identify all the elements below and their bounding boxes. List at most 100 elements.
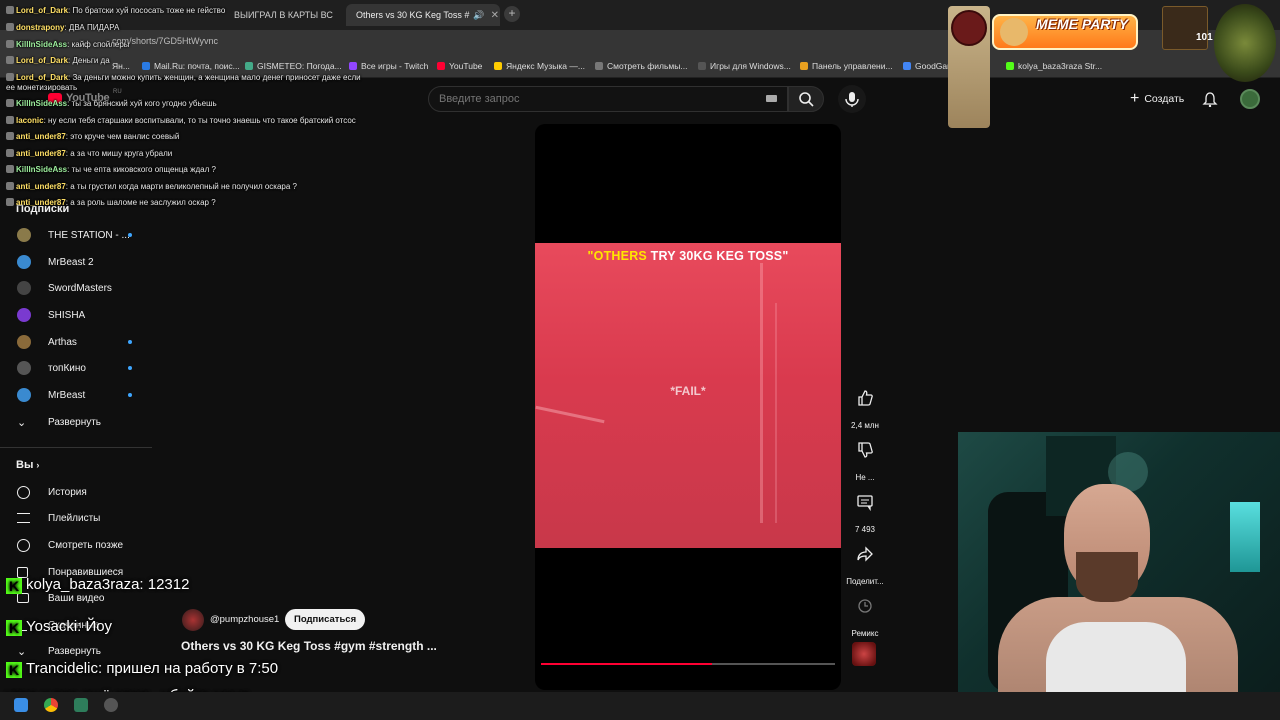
chat-nick: donstrapony	[16, 23, 65, 32]
chevron-down-icon: ⌄	[17, 416, 27, 429]
sidebar-item-label: THE STATION - ...	[48, 229, 130, 241]
kick-icon: K	[6, 662, 22, 678]
chrome-icon[interactable]	[44, 698, 58, 712]
create-label: Создать	[1144, 93, 1185, 105]
sidebar-item-subscription[interactable]: Arthas	[0, 329, 150, 355]
share-circle	[847, 536, 883, 572]
close-icon[interactable]: ✕	[343, 10, 344, 21]
youtube-icon	[437, 62, 445, 70]
notifications-bell-icon[interactable]	[1202, 91, 1218, 107]
counter-badge	[1162, 6, 1208, 50]
speaker-icon[interactable]: 🔊	[473, 10, 484, 21]
like-button[interactable]: 2,4 млн	[844, 380, 886, 430]
search-box[interactable]	[428, 86, 788, 112]
chat-nick: KillInSideAss	[16, 40, 68, 49]
youtube-logo-region: RU	[113, 89, 122, 95]
chat-message: anti_under87: а за роль шаломе не заслуж…	[6, 198, 216, 207]
bookmark-item[interactable]: Панель управлени...	[800, 61, 893, 71]
bookmark-item[interactable]: kolya_baza3raza Str...	[1006, 61, 1102, 71]
bookmark-label: YouTube	[449, 61, 483, 71]
badge-icon	[6, 165, 14, 173]
comments-button[interactable]: 7 493	[844, 484, 886, 534]
sidebar-item-subscription[interactable]: SHISHA	[0, 302, 150, 328]
dislike-button[interactable]: Не ...	[844, 432, 886, 482]
sidebar-item-subscription[interactable]: MrBeast	[0, 382, 150, 408]
sidebar-item-subscription[interactable]: SwordMasters	[0, 275, 150, 301]
chat-nick: laconic	[16, 116, 44, 125]
yandex-music-icon	[494, 62, 502, 70]
share-button[interactable]: Поделит...	[844, 536, 886, 586]
browser-tab-active[interactable]: Others vs 30 KG Keg Toss # 🔊 ✕	[346, 4, 500, 26]
audio-source-thumbnail[interactable]	[852, 642, 876, 666]
chat-text: ты за брянский хуй кого угодно убьешь	[71, 99, 217, 108]
chat-nick: KillInSideAss	[16, 99, 68, 108]
remix-button[interactable]: Ремикс	[844, 588, 886, 638]
chevron-down-icon: ⌄	[17, 645, 27, 658]
remix-circle	[847, 588, 883, 624]
new-content-dot	[128, 340, 132, 344]
new-content-dot	[128, 393, 132, 397]
kick-nick: Yosacki:	[26, 618, 82, 635]
app-icon[interactable]	[74, 698, 88, 712]
new-tab-button[interactable]: +	[504, 6, 520, 22]
badge-icon	[6, 40, 14, 48]
bookmark-item[interactable]: GISMETEO: Погода...	[245, 61, 342, 71]
search-input[interactable]	[439, 93, 739, 105]
sidebar-divider	[0, 447, 152, 448]
account-avatar[interactable]	[1240, 89, 1260, 109]
bookmark-item[interactable]: YouTube	[437, 61, 482, 71]
microphone-icon	[845, 92, 859, 107]
short-title[interactable]: Others vs 30 KG Keg Toss #gym #strength …	[181, 639, 437, 653]
keyboard-icon[interactable]	[766, 95, 777, 102]
browser-tab-1[interactable]: ВЫИГРАЛ В КАРТЫ ВС ✕	[228, 4, 344, 26]
bookmark-item[interactable]: Смотреть фильмы...	[595, 61, 687, 71]
bookmark-item[interactable]: GoodGam	[903, 61, 954, 71]
you-heading[interactable]: Вы ›	[16, 459, 39, 471]
sidebar-item-label: SHISHA	[48, 309, 86, 321]
chat-text: ты че епта киковского опщенца ждал ?	[71, 165, 216, 174]
voice-search-button[interactable]	[838, 85, 866, 113]
chat-nick: anti_under87	[16, 149, 66, 158]
bookmark-label: Панель управлени...	[812, 61, 893, 71]
bookmark-item[interactable]: Яндекс Музыка —...	[494, 61, 585, 71]
chat-message: anti_under87: это круче чем ванлис соевы…	[6, 132, 179, 141]
sidebar-item-subscription[interactable]: MrBeast 2	[0, 249, 150, 275]
video-progress-fill	[541, 663, 712, 665]
bookmark-item[interactable]: Mail.Ru: почта, поис...	[142, 61, 240, 71]
search-button[interactable]	[788, 86, 824, 112]
badge-icon	[6, 116, 14, 124]
comments-count: 7 493	[854, 525, 876, 534]
you-heading-label: Вы	[16, 459, 34, 471]
chat-message: anti_under87: а за что мишу круга убрали	[6, 149, 172, 158]
channel-avatar[interactable]	[182, 609, 204, 631]
sidebar-item-subscription[interactable]: топКино	[0, 355, 150, 381]
video-caption: "OTHERS TRY 30KG KEG TOSS"	[535, 249, 841, 263]
close-icon[interactable]: ✕	[491, 10, 499, 21]
webcam-lamp	[1230, 502, 1260, 572]
channel-name[interactable]: @pumpzhouse1	[210, 614, 279, 625]
sidebar-item-subscription[interactable]: THE STATION - ...	[0, 222, 150, 248]
orc-emblem-icon	[1214, 4, 1276, 82]
sidebar-item-label: Смотреть позже	[48, 539, 124, 551]
channel-avatar	[17, 281, 31, 295]
subscribe-button[interactable]: Подписаться	[285, 609, 366, 630]
bookmark-item[interactable]: Ян...	[112, 61, 130, 71]
chat-text: а за роль шаломе не заслужил оскар ?	[70, 198, 216, 207]
bookmark-item[interactable]: Игры для Windows...	[698, 61, 791, 71]
sidebar-item-label: топКино	[48, 362, 86, 374]
bookmark-item[interactable]: Все игры - Twitch	[349, 61, 428, 71]
windows-start-icon[interactable]	[14, 698, 28, 712]
sidebar-item-label: История	[48, 486, 87, 498]
sidebar-item-playlists[interactable]: Плейлисты	[0, 505, 150, 531]
badge-icon	[6, 182, 14, 190]
create-button[interactable]: + Создать	[1122, 87, 1192, 111]
badge-icon	[6, 23, 14, 31]
sidebar-expand-button[interactable]: ⌄ Развернуть	[0, 409, 150, 435]
chat-text: а за что мишу круга убрали	[70, 149, 173, 158]
sidebar-item-label: Ваши видео	[48, 592, 105, 604]
chat-message: donstrapony: ДВА ПИДАРА	[6, 23, 119, 32]
app-icon[interactable]	[104, 698, 118, 712]
sidebar-item-watch-later[interactable]: Смотреть позже	[0, 532, 150, 558]
sidebar-item-history[interactable]: История	[0, 479, 150, 505]
chat-message: KillInSideAss: ты че епта киковского опщ…	[6, 165, 216, 174]
